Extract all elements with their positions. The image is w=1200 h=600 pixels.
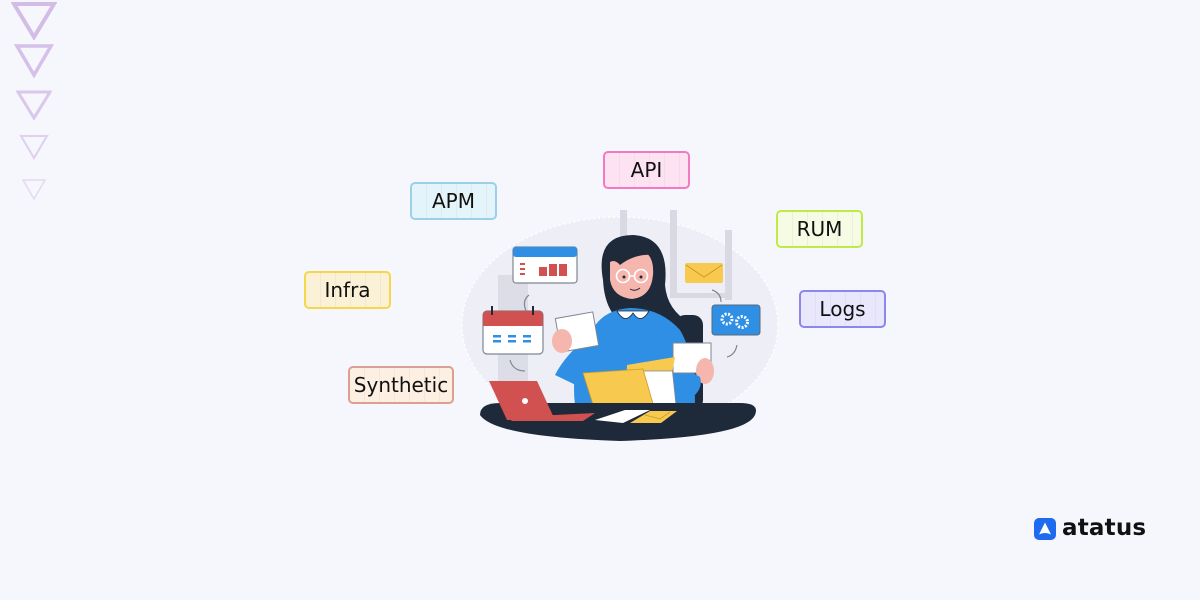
shelf-beam: [670, 293, 732, 298]
tag-label: Synthetic: [353, 373, 449, 397]
tag-logs: Logs: [799, 290, 886, 328]
illustration-woman-at-desk: [461, 210, 779, 441]
envelope-icon: [685, 263, 723, 283]
tag-label: RUM: [796, 217, 843, 241]
triangle-decoration-1: [11, 2, 57, 40]
dashboard-widget-icon: [512, 246, 578, 284]
triangle-decoration-5: [21, 179, 47, 201]
brand-name: atatus: [1062, 515, 1147, 541]
tag-label: Infra: [324, 278, 371, 302]
calendar-icon: [482, 306, 544, 355]
brand-logo[interactable]: atatus: [1034, 517, 1146, 540]
tag-label: Logs: [819, 297, 866, 321]
triangle-decoration-2: [14, 44, 54, 79]
triangle-decoration-4: [19, 135, 49, 160]
tag-rum: RUM: [776, 210, 863, 248]
woman-left-hand: [552, 329, 572, 353]
tag-label: API: [630, 158, 663, 182]
tag-synthetic: Synthetic: [348, 366, 454, 404]
atatus-logo-icon: [1034, 517, 1056, 540]
shelf-column: [670, 210, 677, 295]
shelf-column: [725, 230, 732, 300]
tag-infra: Infra: [304, 271, 391, 309]
triangle-decoration-3: [16, 90, 52, 120]
gears-icon: [711, 304, 761, 336]
tag-api: API: [603, 151, 690, 189]
